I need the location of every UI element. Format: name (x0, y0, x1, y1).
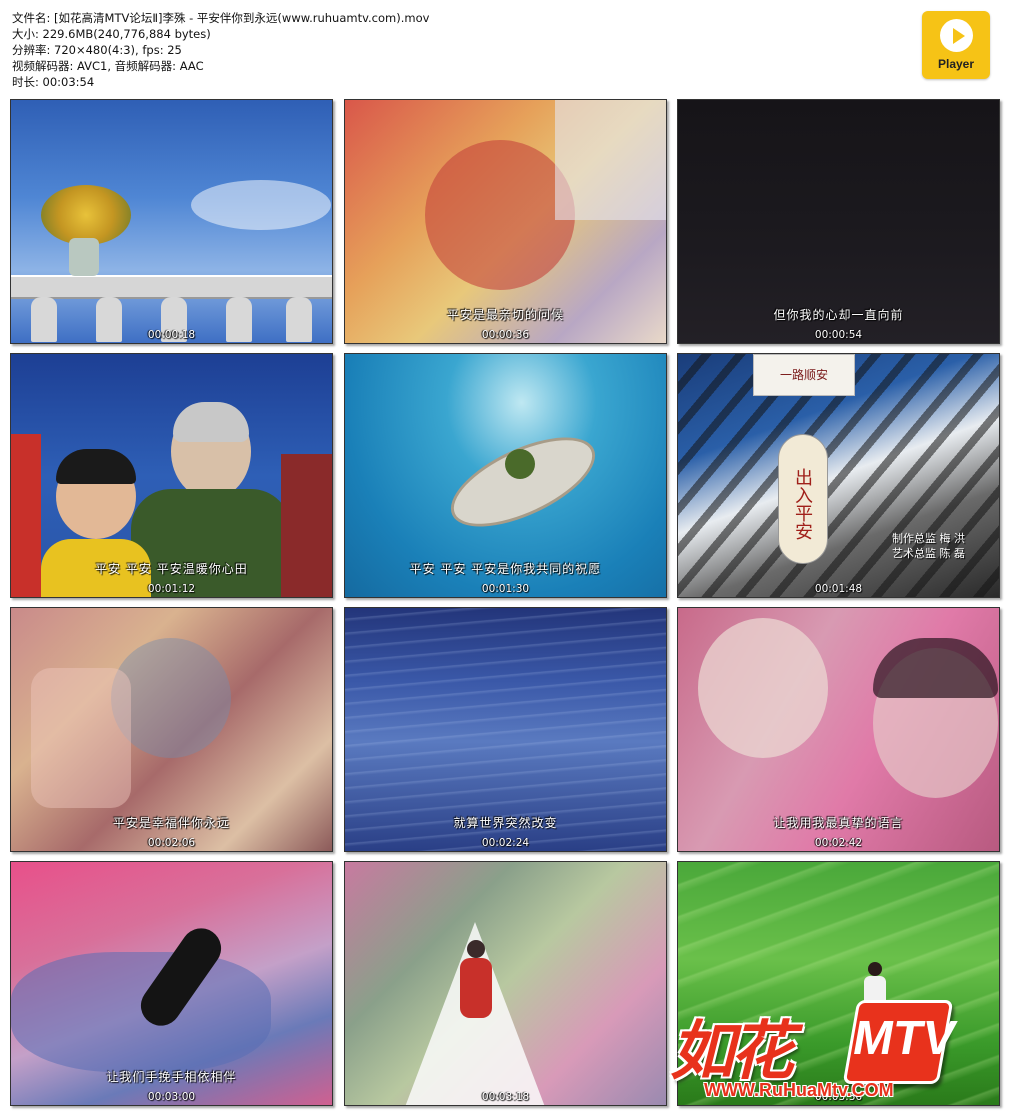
thumbnail-timestamp: 00:00:36 (481, 329, 530, 341)
thumbnail-timestamp: 00:02:24 (481, 837, 530, 849)
thumbnail-subtitle: 平安 平安 平安是你我共同的祝愿 (409, 562, 602, 576)
thumbnail-timestamp: 00:00:18 (147, 329, 196, 341)
thumbnail-timestamp: 00:03:18 (481, 1091, 530, 1103)
thumbnail-frame[interactable]: 平安 平安 平安温暖你心田 00:01:12 (10, 353, 333, 598)
thumbnail-timestamp: 00:01:48 (814, 583, 863, 595)
thumbnail-timestamp: 00:01:30 (481, 583, 530, 595)
thumbnail-frame[interactable]: 00:03:18 (344, 861, 667, 1106)
thumbnail-subtitle: 但你我的心却一直向前 (773, 308, 904, 322)
thumbnail-frame[interactable]: 让我用我最真挚的语言 00:02:42 (677, 607, 1000, 852)
thumbnail-frame[interactable]: 平安 平安 平安是你我共同的祝愿 00:01:30 (344, 353, 667, 598)
credit-line: 艺术总监 陈 磊 (892, 547, 965, 560)
thumbnail-frame[interactable]: 就算世界突然改变 00:02:24 (344, 607, 667, 852)
watermark-brand: 如花 (670, 1014, 794, 1089)
thumbnail-frame[interactable]: 平安是幸福伴你永远 00:02:06 (10, 607, 333, 852)
thumbnail-timestamp: 00:01:12 (147, 583, 196, 595)
thumbnail-frame[interactable]: 平安是最亲切的问候 00:00:36 (344, 99, 667, 344)
thumbnail-subtitle: 平安是最亲切的问候 (446, 308, 564, 322)
ruhua-mtv-watermark: 如花 MTV WWW.RuHuaMtv.COM (664, 996, 964, 1106)
thumbnail-timestamp: 00:03:00 (147, 1091, 196, 1103)
thumbnail-frame[interactable]: 让我们手挽手相依相伴 00:03:00 (10, 861, 333, 1106)
video-credits: 制作总监 梅 洪 艺术总监 陈 磊 (892, 531, 965, 561)
thumbnail-subtitle: 让我们手挽手相依相伴 (106, 1070, 237, 1084)
thumbnail-subtitle: 就算世界突然改变 (453, 816, 558, 830)
thumbnail-subtitle: 平安是幸福伴你永远 (112, 816, 230, 830)
thumbnail-subtitle: 平安 平安 平安温暖你心田 (95, 562, 248, 576)
watermark-url: WWW.RuHuaMtv.COM (704, 1080, 894, 1100)
thumbnail-timestamp: 00:00:54 (814, 329, 863, 341)
thumbnail-frame[interactable]: 一路顺安 出入平安 制作总监 梅 洪 艺术总监 陈 磊 00:01:48 (677, 353, 1000, 598)
credit-line: 制作总监 梅 洪 (892, 532, 965, 545)
thumbnail-grid: 00:00:18 平安是最亲切的问候 00:00:36 但你我的心却一直向前 0… (0, 0, 1012, 1116)
thumbnail-subtitle: 让我用我最真挚的语言 (773, 816, 904, 830)
thumbnail-timestamp: 00:02:42 (814, 837, 863, 849)
watermark-mtv-logo: MTV (842, 1000, 960, 1084)
thumbnail-frame[interactable]: 00:00:18 (10, 99, 333, 344)
charm-sign: 出入平安 (778, 434, 828, 564)
charm-top-sign: 一路顺安 (753, 354, 855, 396)
thumbnail-frame[interactable]: 但你我的心却一直向前 00:00:54 (677, 99, 1000, 344)
thumbnail-timestamp: 00:02:06 (147, 837, 196, 849)
